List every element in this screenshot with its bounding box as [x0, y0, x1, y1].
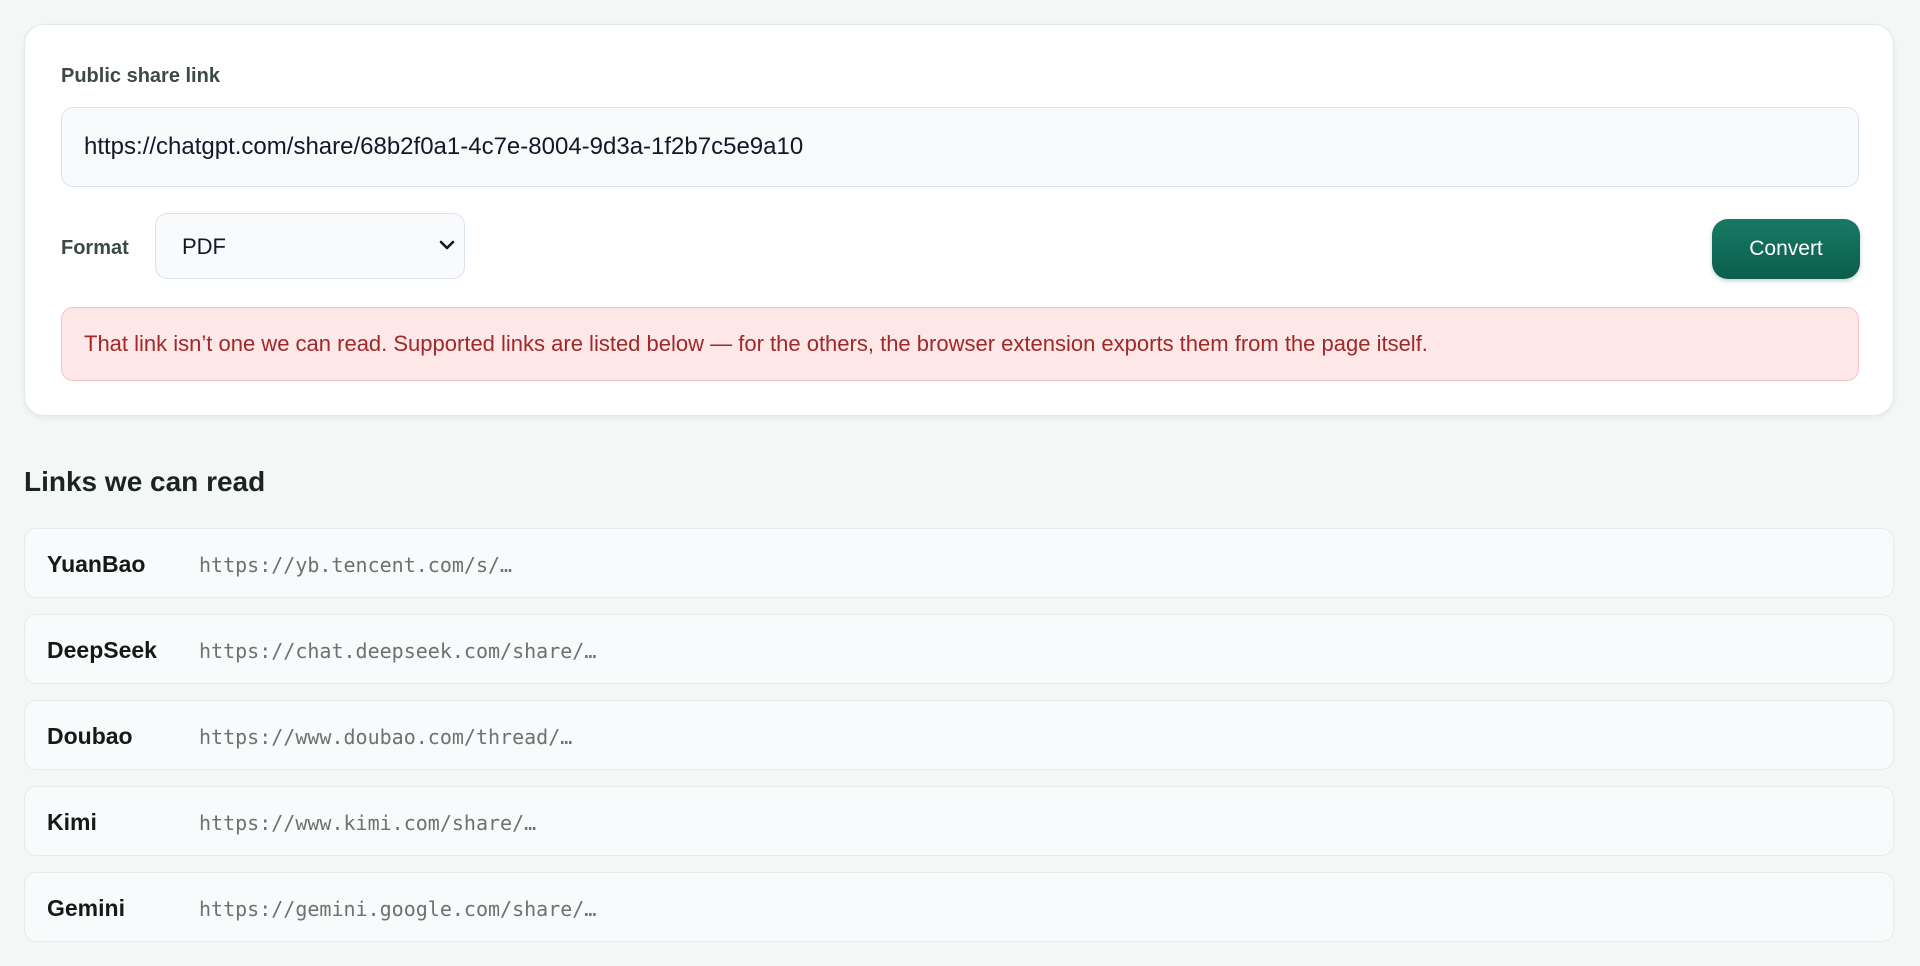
format-select[interactable]: PDF: [155, 213, 465, 279]
link-url-pattern: https://www.kimi.com/share/…: [199, 811, 537, 835]
supported-links-list: YuanBao https://yb.tencent.com/s/… DeepS…: [24, 528, 1894, 958]
supported-links-title: Links we can read: [24, 466, 266, 497]
list-item: YuanBao https://yb.tencent.com/s/…: [24, 528, 1894, 598]
link-url-pattern: https://www.doubao.com/thread/…: [199, 725, 573, 749]
link-url-pattern: https://chat.deepseek.com/share/…: [199, 639, 597, 663]
link-service-name: Gemini: [47, 895, 125, 921]
format-label: Format: [61, 237, 129, 259]
format-select-value: PDF: [182, 234, 226, 259]
list-item: Kimi https://www.kimi.com/share/…: [24, 786, 1894, 856]
link-url-pattern: https://gemini.google.com/share/…: [199, 897, 597, 921]
link-service-name: DeepSeek: [47, 637, 157, 663]
list-item: DeepSeek https://chat.deepseek.com/share…: [24, 614, 1894, 684]
link-service-name: YuanBao: [47, 551, 146, 577]
link-service-name: Doubao: [47, 723, 133, 749]
link-url-pattern: https://yb.tencent.com/s/…: [199, 553, 513, 577]
chevron-down-icon: [439, 240, 455, 250]
converter-card: Public share link Format PDF Convert Tha…: [24, 24, 1894, 416]
list-item: Gemini https://gemini.google.com/share/…: [24, 872, 1894, 942]
share-link-label: Public share link: [61, 65, 220, 87]
convert-button[interactable]: Convert: [1712, 219, 1860, 279]
error-alert: That link isn’t one we can read. Support…: [61, 307, 1859, 381]
share-link-input[interactable]: [61, 107, 1859, 187]
list-item: Doubao https://www.doubao.com/thread/…: [24, 700, 1894, 770]
link-service-name: Kimi: [47, 809, 97, 835]
